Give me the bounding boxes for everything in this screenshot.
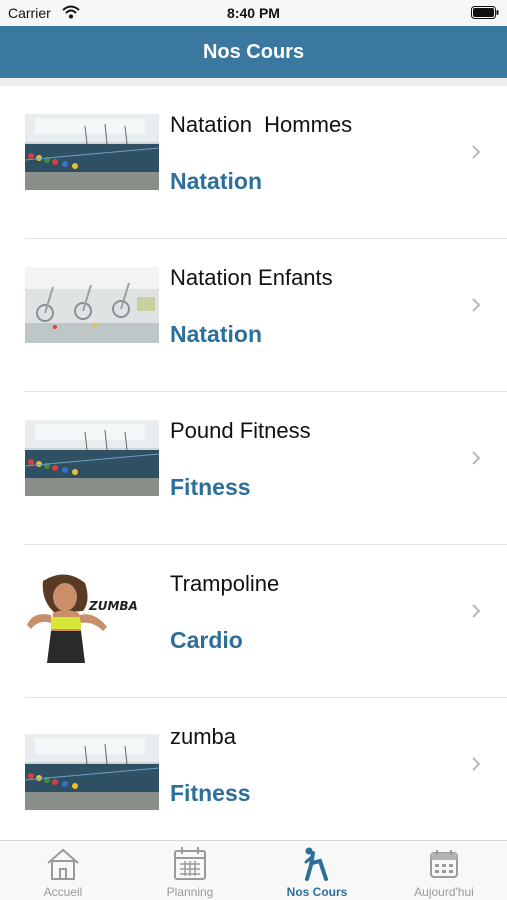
navigation-bar: Nos Cours (0, 26, 507, 78)
course-title: zumba (170, 724, 237, 749)
tab-label: Planning (166, 885, 214, 899)
course-row[interactable]: Pound Fitness Fitness (0, 392, 507, 545)
nav-separator (0, 78, 507, 86)
tab-planning[interactable]: Planning (127, 841, 253, 900)
tab-bar: Accueil Planning Nos Cours Aujourd'hui (0, 840, 507, 900)
status-time: 8:40 PM (227, 5, 280, 21)
course-row[interactable]: Natation Hommes Natation (0, 86, 507, 239)
pool-thumbnail (25, 420, 159, 496)
course-category: Natation (170, 168, 262, 194)
course-category: Cardio (170, 627, 243, 653)
calendar-icon (430, 850, 458, 878)
pool-thumbnail (25, 734, 159, 810)
tab-accueil[interactable]: Accueil (0, 841, 126, 900)
course-row[interactable]: ZUMBA Trampoline Cardio (0, 545, 507, 698)
course-row[interactable]: zumba Fitness (0, 698, 507, 851)
course-list[interactable]: Natation Hommes Natation Natation Enfant… (0, 86, 507, 851)
course-title: Trampoline (170, 571, 280, 596)
chevron-right-icon (472, 298, 481, 312)
home-icon (47, 848, 79, 880)
page-title: Nos Cours (202, 41, 305, 63)
chevron-right-icon (472, 451, 481, 465)
tab-label: Nos Cours (286, 885, 348, 899)
course-category: Fitness (170, 780, 251, 806)
tab-aujourdhui[interactable]: Aujourd'hui (381, 841, 507, 900)
status-bar: Carrier 8:40 PM (0, 0, 507, 26)
battery-icon (471, 6, 499, 19)
course-row[interactable]: Natation Enfants Natation (0, 239, 507, 392)
course-title: Natation Enfants (170, 265, 333, 290)
running-person-icon (304, 847, 328, 881)
chevron-right-icon (472, 757, 481, 771)
course-title: Pound Fitness (170, 418, 311, 443)
chevron-right-icon (472, 145, 481, 159)
course-title: Natation Hommes (170, 112, 353, 137)
zumba-thumbnail: ZUMBA (25, 571, 159, 663)
pool-thumbnail (25, 114, 159, 190)
course-category: Natation (170, 321, 262, 347)
calendar-grid-icon (174, 847, 206, 880)
gym-bikes-thumbnail (25, 267, 159, 343)
course-category: Fitness (170, 474, 251, 500)
tab-nos-cours[interactable]: Nos Cours (254, 841, 380, 900)
chevron-right-icon (472, 604, 481, 618)
zumba-logo-text: ZUMBA (89, 599, 138, 613)
tab-label: Aujourd'hui (414, 885, 474, 899)
tab-label: Accueil (43, 885, 83, 899)
